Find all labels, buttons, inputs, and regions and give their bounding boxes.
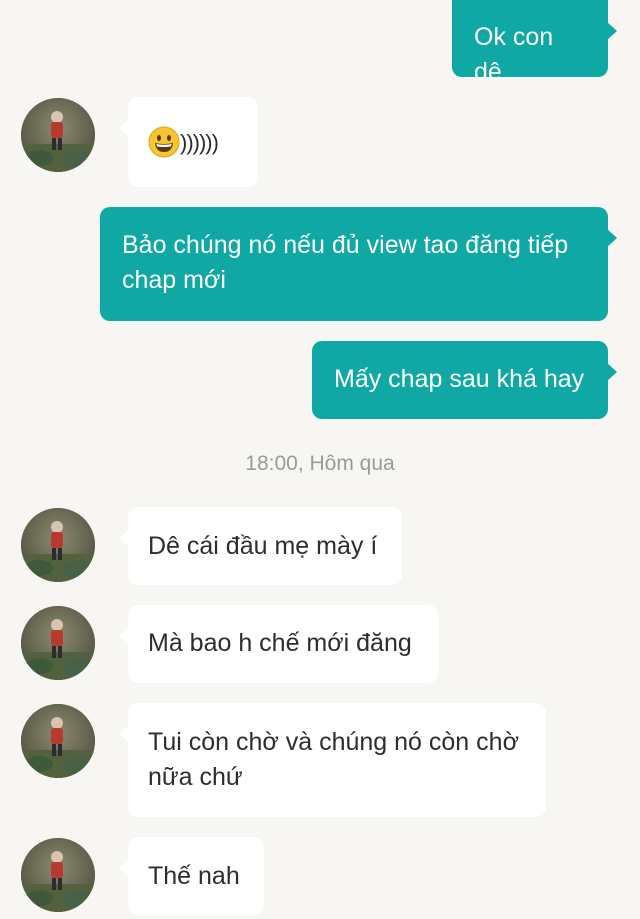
outgoing-message-bubble[interactable]: Bảo chúng nó nếu đủ view tao đăng tiếp c… — [100, 207, 617, 321]
outgoing-message-bubble[interactable]: Mấy chap sau khá hay — [312, 341, 617, 419]
outgoing-message-bubble[interactable]: Ok con dê — [452, 0, 617, 86]
grinning-face-emoji-icon — [148, 126, 180, 158]
message-text-line: chap mới — [122, 266, 226, 294]
message-text-line: Tui còn chờ và chúng nó còn chờ — [148, 728, 519, 756]
incoming-message-bubble[interactable]: Tui còn chờ và chúng nó còn chờ nữa chứ — [119, 703, 546, 817]
contact-avatar[interactable] — [21, 98, 95, 172]
message-text-line: Bảo chúng nó nếu đủ view tao đăng tiếp — [122, 231, 569, 259]
incoming-message-bubble[interactable]: Dê cái đầu mẹ mày í — [119, 507, 402, 585]
contact-avatar[interactable] — [21, 838, 95, 912]
message-text: )))))) — [180, 129, 219, 155]
incoming-message-bubble[interactable]: Mà bao h chế mới đăng — [119, 605, 438, 683]
message-text: Dê cái đầu mẹ mày í — [148, 532, 378, 560]
message-text: Mấy chap sau khá hay — [334, 365, 585, 393]
contact-avatar[interactable] — [21, 704, 95, 778]
incoming-message-bubble[interactable]: )))))) — [119, 97, 258, 187]
incoming-message-bubble[interactable]: Thế nah — [119, 837, 264, 915]
message-text: Mà bao h chế mới đăng — [148, 629, 412, 657]
message-text-line: nữa chứ — [148, 763, 243, 791]
contact-avatar[interactable] — [21, 606, 95, 680]
contact-avatar[interactable] — [21, 508, 95, 582]
message-timestamp: 18:00, Hôm qua — [245, 452, 395, 475]
message-text: Ok con dê — [474, 23, 554, 86]
message-text: Thế nah — [148, 862, 240, 890]
